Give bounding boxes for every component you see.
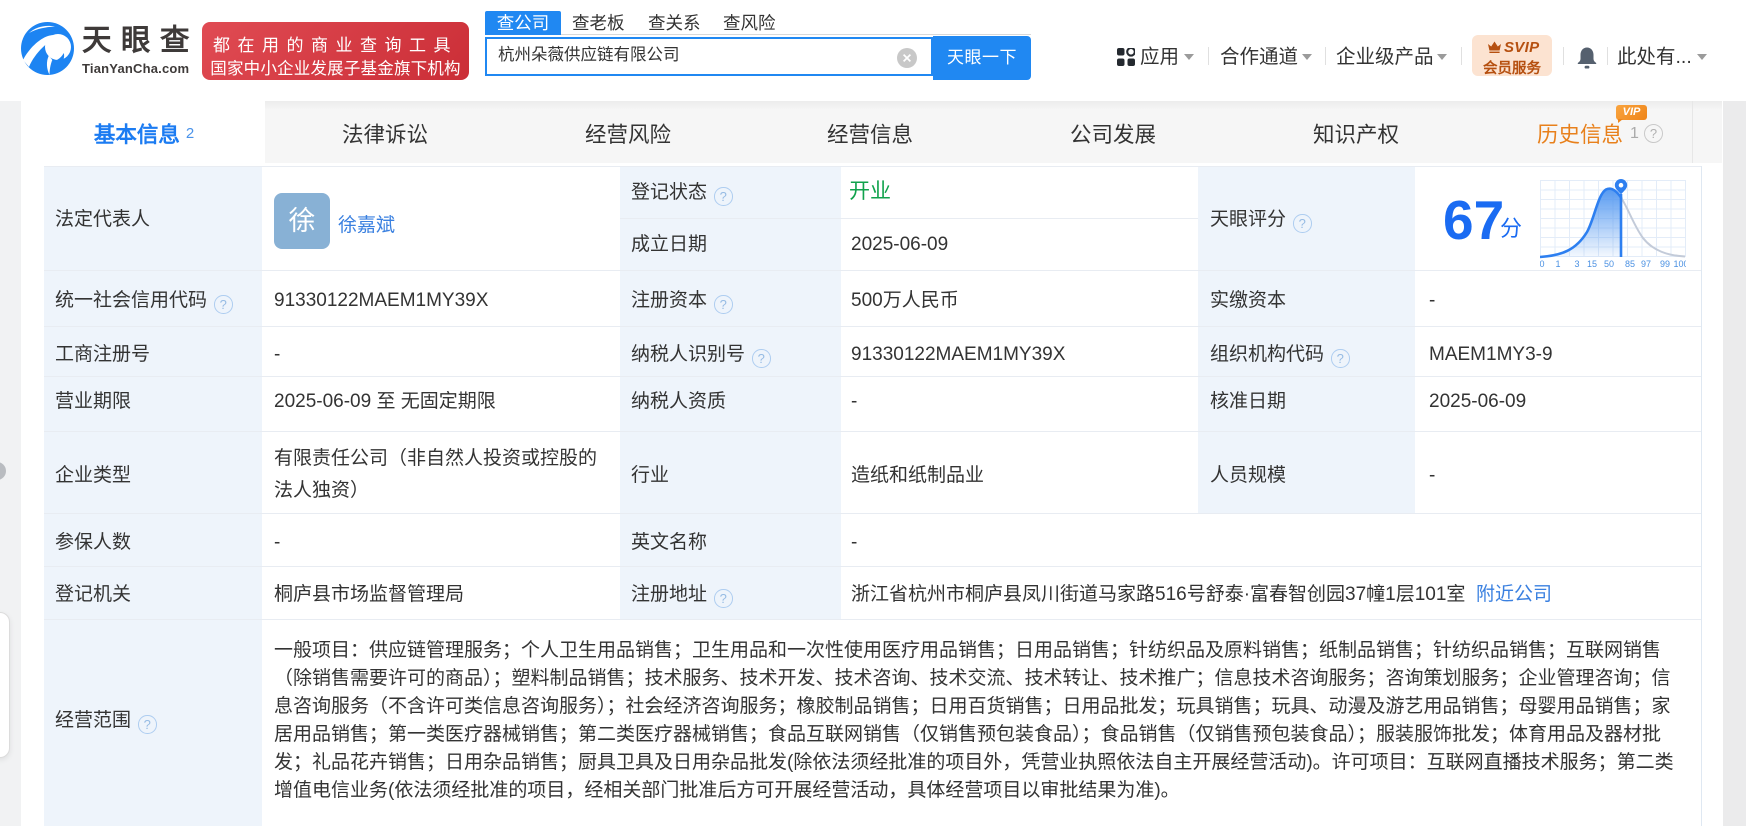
svg-text:99: 99	[1660, 259, 1670, 268]
svg-text:50: 50	[1604, 259, 1614, 268]
svg-text:3: 3	[1574, 259, 1579, 268]
svg-text:97: 97	[1641, 259, 1651, 268]
svg-text:1: 1	[1555, 259, 1560, 268]
svg-text:15: 15	[1587, 259, 1597, 268]
svg-text:85: 85	[1625, 259, 1635, 268]
svg-text:0: 0	[1540, 259, 1545, 268]
svg-text:100: 100	[1673, 259, 1686, 268]
